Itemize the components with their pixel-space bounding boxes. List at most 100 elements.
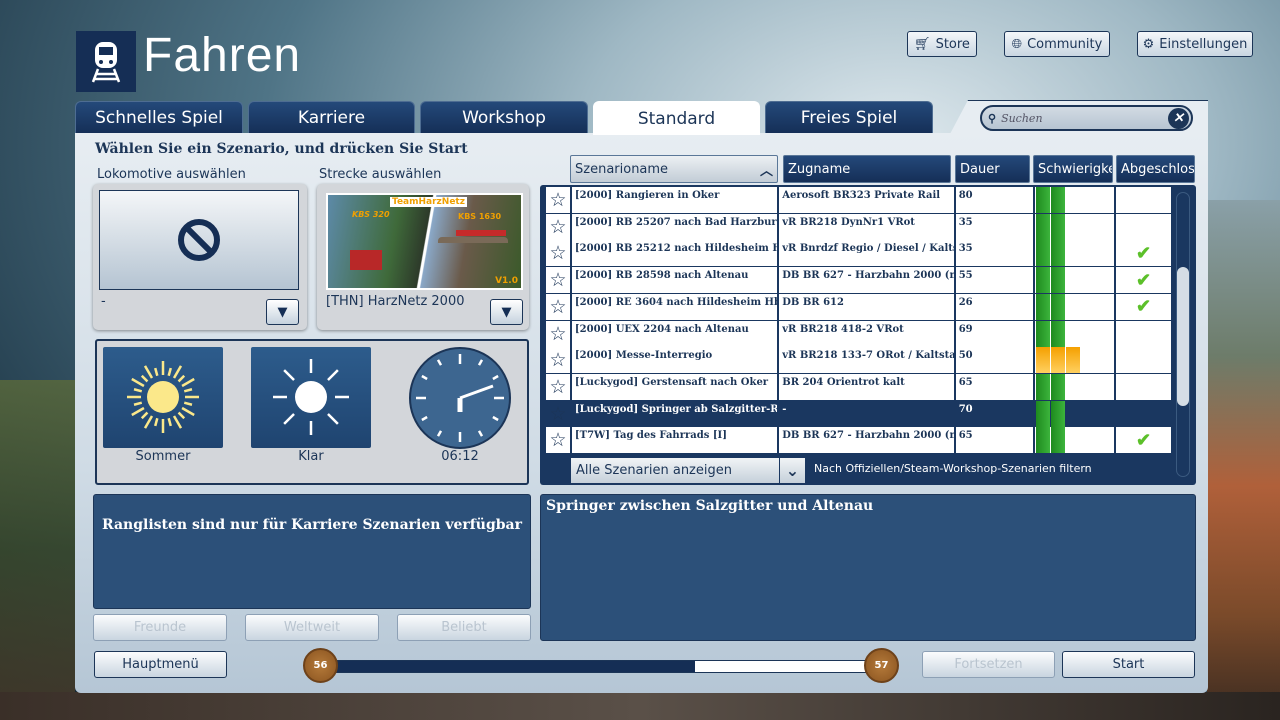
column-header-duration[interactable]: Dauer (955, 155, 1030, 183)
sun-clear-icon (273, 359, 349, 435)
start-button[interactable]: Start (1062, 651, 1195, 678)
table-row[interactable]: ☆ [T7W] Tag des Fahrrads [I] DB BR 627 -… (546, 427, 1173, 454)
table-row[interactable]: ☆ [2000] RB 28598 nach Altenau DB BR 627… (546, 267, 1173, 294)
worldwide-button[interactable]: Weltweit (245, 614, 379, 641)
difficulty-bar (1036, 240, 1051, 267)
difficulty-bar (1036, 373, 1051, 400)
train-name: BR 204 Orientrot kalt (779, 373, 954, 400)
friends-button[interactable]: Freunde (93, 614, 227, 641)
clock-button[interactable] (408, 346, 512, 450)
continue-button[interactable]: Fortsetzen (922, 651, 1055, 678)
tab-workshop[interactable]: Workshop (420, 101, 588, 133)
completed: ✔ (1116, 267, 1171, 294)
favorite-star-icon[interactable]: ☆ (546, 240, 570, 267)
instruction-heading: Wählen Sie ein Szenario, und drücken Sie… (95, 141, 468, 157)
train-name: vR BR218 133-7 ORot / Kaltstart (779, 347, 954, 374)
scenario-name: [Luckygod] Springer ab Salzgitter-Ringel… (571, 400, 778, 427)
table-row[interactable]: ☆ [2000] Rangieren in Oker Aerosoft BR32… (546, 187, 1173, 213)
loco-value: - (101, 294, 106, 309)
table-row[interactable]: ☆ [2000] RB 25212 nach Hildesheim Hbf vR… (546, 240, 1173, 267)
column-header-difficulty[interactable]: Schwierigke (1033, 155, 1113, 183)
completed (1116, 213, 1171, 240)
table-row[interactable]: ☆ [2000] Messe-Interregio vR BR218 133-7… (546, 347, 1173, 374)
favorite-star-icon[interactable]: ☆ (546, 267, 570, 294)
favorite-star-icon[interactable]: ☆ (546, 320, 570, 347)
route-image[interactable]: TeamHarzNetz KBS 320 KBS 1630 V1.0 (326, 193, 523, 290)
column-header-completed[interactable]: Abgeschlos (1116, 155, 1195, 183)
loco-filter-button[interactable]: ▼ (266, 299, 299, 325)
favorite-star-icon[interactable]: ☆ (546, 293, 570, 320)
tab-karriere[interactable]: Karriere (248, 101, 415, 133)
route-card: TeamHarzNetz KBS 320 KBS 1630 V1.0 [THN]… (317, 184, 529, 330)
loco-image[interactable] (99, 190, 299, 290)
completed: ✔ (1116, 427, 1171, 454)
scenario-name: [2000] Messe-Interregio (571, 347, 778, 374)
difficulty (1035, 267, 1115, 294)
difficulty-bar (1051, 293, 1066, 320)
duration: 55 (955, 267, 1034, 294)
route-image-version: V1.0 (495, 276, 518, 286)
favorite-star-icon[interactable]: ☆ (546, 427, 570, 454)
scenario-filter-select[interactable]: Alle Szenarien anzeigen (571, 458, 779, 483)
duration: 65 (955, 427, 1034, 454)
column-header-train-name[interactable]: Zugname (783, 155, 951, 183)
weather-button[interactable] (251, 347, 371, 448)
difficulty-bar (1051, 320, 1066, 347)
route-label: Strecke auswählen (319, 167, 442, 182)
scenario-name: [2000] RE 3604 nach Hildesheim Hbf (571, 293, 778, 320)
favorite-star-icon[interactable]: ☆ (546, 373, 570, 400)
favorite-star-icon[interactable]: ☆ (546, 347, 570, 374)
train-name: vR BR218 418-2 VRot (779, 320, 954, 347)
season-button[interactable] (103, 347, 223, 448)
duration: 50 (955, 347, 1034, 374)
favorite-star-icon[interactable]: ☆ (546, 400, 570, 427)
favorite-star-icon[interactable]: ☆ (546, 187, 570, 213)
popular-button[interactable]: Beliebt (397, 614, 531, 641)
tab-standard[interactable]: Standard (593, 101, 760, 135)
completed: ✔ (1116, 293, 1171, 320)
difficulty (1035, 347, 1115, 374)
table-row[interactable]: ☆ [2000] UEX 2204 nach Altenau vR BR218 … (546, 320, 1173, 347)
settings-button[interactable]: ⚙ Einstellungen (1137, 31, 1253, 57)
clear-search-button[interactable]: ✕ (1168, 108, 1189, 129)
route-image-brand: TeamHarzNetz (390, 197, 467, 207)
filter-icon: ▼ (501, 304, 512, 320)
store-button[interactable]: 🛒︎ Store (907, 31, 977, 57)
difficulty-bar (1036, 187, 1051, 213)
completed (1116, 373, 1171, 400)
main-menu-button[interactable]: Hauptmenü (94, 651, 227, 678)
community-button[interactable]: 🌐︎ Community (1004, 31, 1110, 57)
route-filter-button[interactable]: ▼ (490, 299, 523, 325)
loco-label: Lokomotive auswählen (97, 167, 246, 182)
duration: 69 (955, 320, 1034, 347)
scenario-name: [Luckygod] Gerstensaft nach Oker (571, 373, 778, 400)
table-row[interactable]: ☆ [Luckygod] Springer ab Salzgitter-Ring… (546, 400, 1173, 427)
description-panel: Springer zwischen Salzgitter und Altenau (540, 494, 1196, 641)
train-name: - (779, 400, 954, 427)
table-row[interactable]: ☆ [2000] RE 3604 nach Hildesheim Hbf DB … (546, 293, 1173, 320)
duration: 35 (955, 240, 1034, 267)
difficulty-bar (1051, 347, 1066, 374)
check-icon: ✔ (1136, 242, 1152, 264)
tab-schnelles-spiel[interactable]: Schnelles Spiel (75, 101, 243, 133)
table-row[interactable]: ☆ [Luckygod] Gerstensaft nach Oker BR 20… (546, 373, 1173, 400)
table-row[interactable]: ☆ [2000] RB 25207 nach Bad Harzburg vR B… (546, 213, 1173, 240)
check-icon: ✔ (1136, 269, 1152, 291)
sun-summer-icon (127, 361, 199, 433)
column-header-scenario-name[interactable]: Szenarioname ︿ (570, 155, 778, 183)
scrollbar-thumb[interactable] (1177, 267, 1189, 406)
duration: 65 (955, 373, 1034, 400)
duration: 35 (955, 213, 1034, 240)
search-input[interactable]: ⚲ Suchen ✕ (980, 105, 1193, 131)
difficulty-bar (1036, 400, 1051, 427)
completed (1116, 400, 1171, 427)
tab-freies-spiel[interactable]: Freies Spiel (765, 101, 933, 133)
current-level-badge: 56 (303, 648, 338, 683)
none-icon (178, 219, 220, 261)
check-icon: ✔ (1136, 429, 1152, 451)
favorite-star-icon[interactable]: ☆ (546, 213, 570, 240)
train-red-left (350, 250, 382, 270)
check-icon: ✔ (1136, 296, 1152, 318)
chevron-down-icon[interactable]: ⌄ (779, 458, 805, 483)
filter-hint: Nach Offiziellen/Steam-Workshop-Szenarie… (814, 462, 1092, 475)
